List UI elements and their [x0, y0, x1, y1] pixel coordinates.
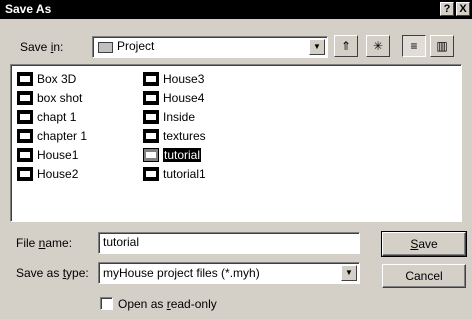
file-item[interactable]: Box 3D [17, 69, 87, 88]
chevron-down-icon[interactable]: ▼ [309, 39, 325, 55]
file-name: Box 3D [37, 71, 77, 86]
save-button[interactable]: Save [381, 231, 467, 257]
folder-icon [98, 42, 113, 53]
up-one-level-button[interactable]: ⇑ [334, 35, 358, 57]
window-title: Save As [5, 2, 52, 16]
file-list[interactable]: Box 3D box shot chapt 1 chapter 1 House1 Hous… [10, 64, 462, 222]
new-folder-button[interactable]: ✳ [366, 35, 390, 57]
file-column-2: House3 House4 Inside textures tutorial tutori… [143, 69, 206, 183]
file-name: box shot [37, 90, 83, 105]
save-as-type-value: myHouse project files (*.myh) [103, 266, 260, 280]
file-name: House2 [37, 166, 79, 181]
file-item[interactable]: Inside [143, 107, 206, 126]
file-item[interactable]: chapter 1 [17, 126, 87, 145]
details-view-button[interactable]: ▥ [430, 35, 454, 57]
file-column-1: Box 3D box shot chapt 1 chapter 1 House1 Hous… [17, 69, 87, 183]
file-item[interactable]: textures [143, 126, 206, 145]
read-only-checkbox[interactable] [100, 297, 113, 310]
file-name: tutorial [163, 147, 202, 162]
cancel-button[interactable]: Cancel [382, 264, 466, 288]
save-as-type-select[interactable]: myHouse project files (*.myh) ▼ [98, 262, 360, 284]
file-icon [17, 109, 33, 124]
file-item[interactable]: House4 [143, 88, 206, 107]
close-button[interactable]: X [456, 2, 470, 16]
save-in-value: Project [117, 39, 155, 53]
file-name: tutorial1 [163, 166, 206, 181]
file-icon [143, 90, 159, 105]
chevron-down-icon[interactable]: ▼ [341, 265, 357, 281]
help-button[interactable]: ? [440, 2, 454, 16]
file-name: House3 [163, 71, 205, 86]
file-item[interactable]: tutorial [143, 145, 206, 164]
title-bar[interactable]: Save As ? X [0, 0, 472, 19]
file-item[interactable]: tutorial1 [143, 164, 206, 183]
file-item[interactable]: House1 [17, 145, 87, 164]
file-name: House4 [163, 90, 205, 105]
save-in-label: Save in: [20, 40, 64, 54]
file-icon [17, 71, 33, 86]
file-icon [17, 166, 33, 181]
file-item[interactable]: House3 [143, 69, 206, 88]
file-icon [143, 109, 159, 124]
file-item[interactable]: chapt 1 [17, 107, 87, 126]
read-only-label[interactable]: Open as read-only [118, 297, 217, 311]
file-icon [17, 147, 33, 162]
file-name-input[interactable]: tutorial [98, 232, 360, 254]
file-name: textures [163, 128, 206, 143]
save-in-combo[interactable]: Project ▼ [92, 36, 328, 58]
file-name: chapt 1 [37, 109, 77, 124]
file-icon [143, 71, 159, 86]
file-name: chapter 1 [37, 128, 88, 143]
file-icon [17, 90, 33, 105]
file-item[interactable]: box shot [17, 88, 87, 107]
save-as-type-label: Save as type: [16, 266, 89, 280]
file-item[interactable]: House2 [17, 164, 87, 183]
file-icon [143, 147, 159, 162]
file-name-label: File name: [16, 236, 73, 250]
file-name: House1 [37, 147, 79, 162]
file-icon [143, 166, 159, 181]
file-name: Inside [163, 109, 196, 124]
list-view-button[interactable]: ≡ [402, 35, 426, 57]
file-icon [17, 128, 33, 143]
file-icon [143, 128, 159, 143]
